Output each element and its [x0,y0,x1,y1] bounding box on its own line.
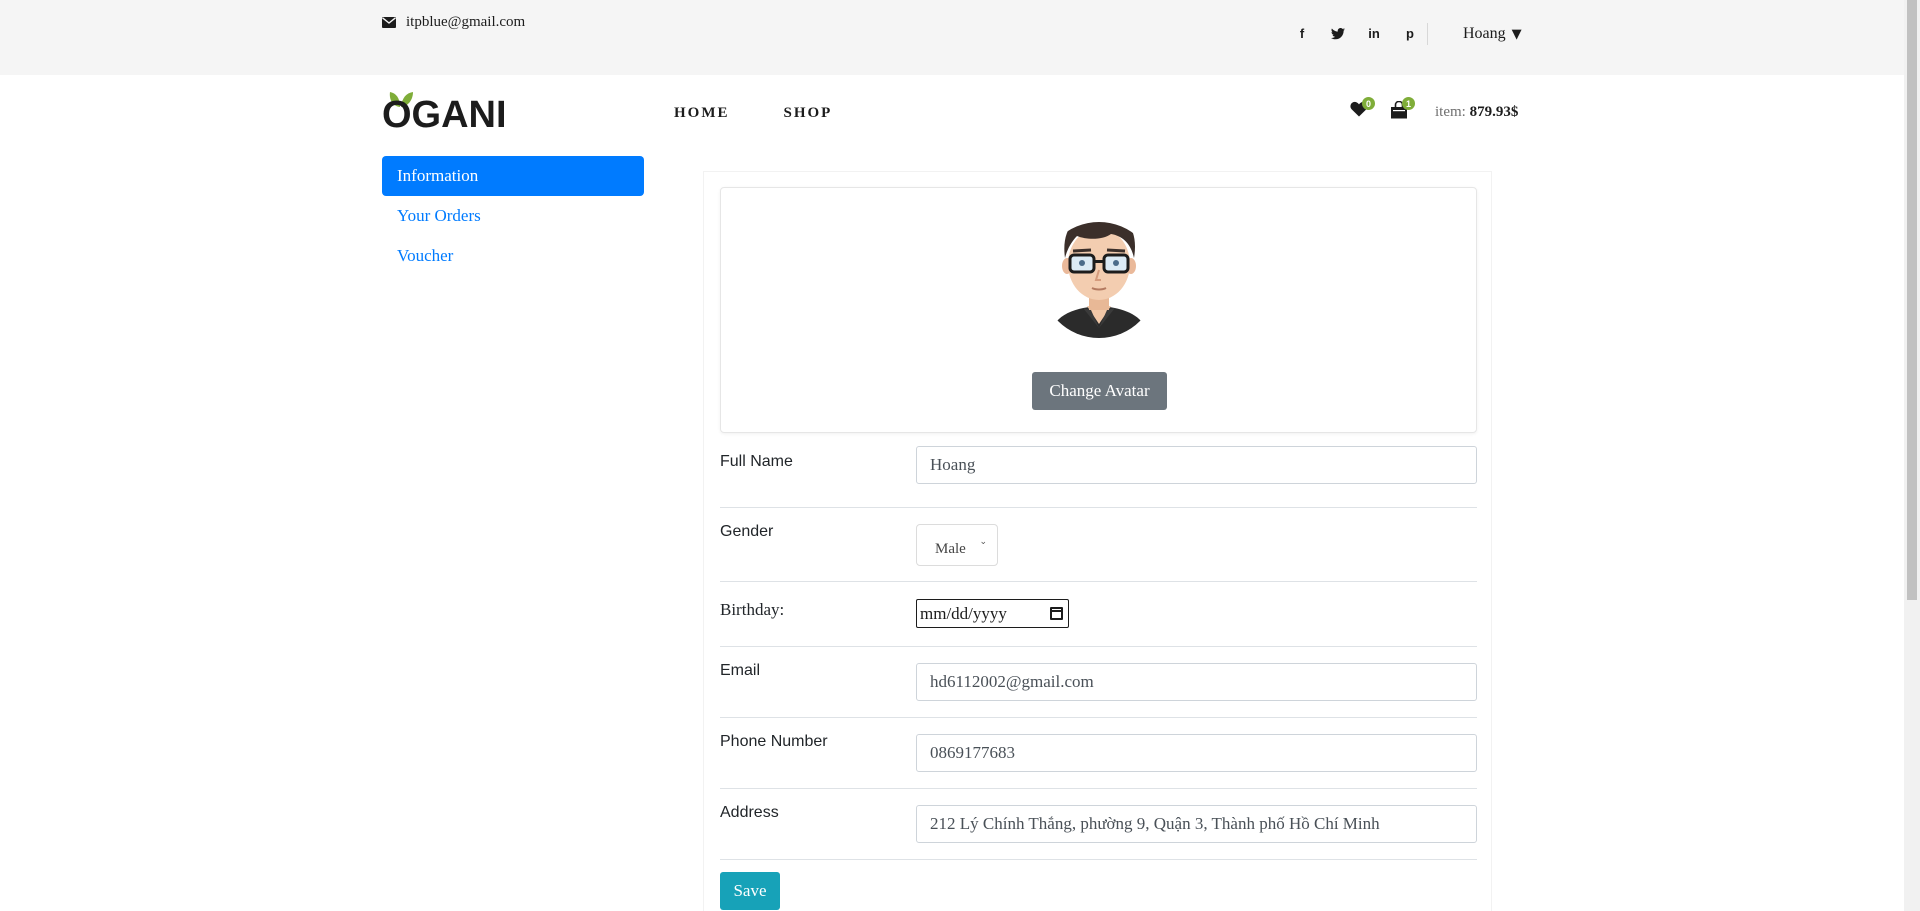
full-name-row: Full Name Hoang [720,445,1477,508]
phone-row: Phone Number 0869177683 [720,718,1477,789]
main-nav: HOME SHOP [674,105,886,122]
caret-down-icon: ▼ [1511,26,1522,42]
user-menu[interactable]: Hoang ▼ [1463,25,1522,43]
cart-count-badge: 1 [1402,97,1415,110]
birthday-row: Birthday: mm/dd/yyyy [720,582,1477,647]
full-name-label: Full Name [720,453,793,470]
divider [1427,23,1428,45]
gender-label: Gender [720,523,774,540]
nav-home[interactable]: HOME [674,105,730,122]
save-button[interactable]: Save [720,872,780,910]
change-avatar-button[interactable]: Change Avatar [1032,372,1167,410]
cart-button[interactable]: 1 [1390,97,1415,121]
gender-selected-value: Male [935,541,966,557]
cart-total: item: 879.93$ [1435,104,1518,121]
address-field[interactable]: 212 Lý Chính Thắng, phường 9, Quận 3, Th… [916,805,1477,843]
email-label: Email [720,662,761,679]
scrollbar-thumb[interactable] [1907,0,1917,600]
address-row: Address 212 Lý Chính Thắng, phường 9, Qu… [720,789,1477,860]
gender-row: Gender Male ⌄ [720,508,1477,582]
page-scrollbar[interactable] [1904,0,1920,911]
profile-panel: Change Avatar Full Name Hoang Gender Mal… [703,171,1492,911]
sidebar-item-your-orders[interactable]: Your Orders [382,196,644,236]
email-row: Email hd6112002@gmail.com [720,647,1477,718]
address-label: Address [720,804,779,821]
birthday-date-input[interactable]: mm/dd/yyyy [916,599,1069,628]
email-field[interactable]: hd6112002@gmail.com [916,663,1477,701]
chevron-down-icon: ⌄ [979,537,987,547]
avatar-card: Change Avatar [720,187,1477,433]
social-links: f in p [1284,26,1428,41]
top-bar: itpblue@gmail.com f in p Hoang ▼ [0,0,1904,75]
pinterest-icon[interactable]: p [1392,26,1428,41]
envelope-icon [382,17,396,28]
logo-text: OGANI [382,94,507,136]
phone-field[interactable]: 0869177683 [916,734,1477,772]
wishlist-button[interactable]: 0 [1350,97,1375,121]
phone-label: Phone Number [720,733,828,750]
twitter-icon[interactable] [1320,27,1356,40]
gender-select[interactable]: Male ⌄ [916,524,998,566]
avatar [1041,222,1157,338]
cart-label: item: [1435,104,1466,120]
account-sidebar: Information Your Orders Voucher [382,156,644,276]
birthday-label: Birthday: [720,600,785,619]
calendar-icon[interactable] [1050,607,1063,620]
contact-email: itpblue@gmail.com [382,14,525,31]
logo[interactable]: OGANI [382,90,507,136]
nav-shop[interactable]: SHOP [784,105,833,122]
user-name: Hoang [1463,25,1506,42]
contact-email-text: itpblue@gmail.com [406,14,526,30]
linkedin-icon[interactable]: in [1356,26,1392,41]
cart-total-value: 879.93$ [1469,104,1519,120]
sidebar-item-information[interactable]: Information [382,156,644,196]
full-name-input[interactable]: Hoang [916,446,1477,484]
sidebar-item-voucher[interactable]: Voucher [382,236,644,276]
header-icons: 0 1 [1350,97,1430,121]
birthday-placeholder: mm/dd/yyyy [920,604,1007,623]
wishlist-count-badge: 0 [1362,97,1375,110]
facebook-icon[interactable]: f [1284,26,1320,41]
